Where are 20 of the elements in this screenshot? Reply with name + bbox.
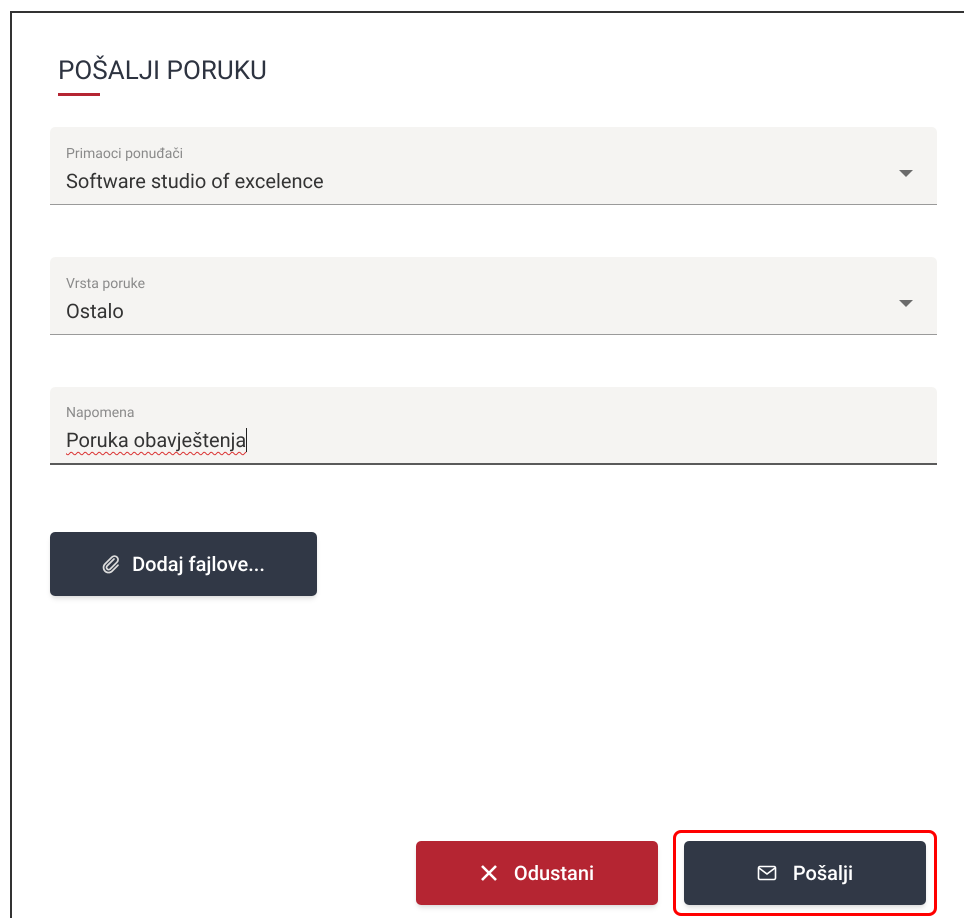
field-value: Ostalo	[66, 298, 124, 324]
field-label: Primaoci ponuđači	[66, 144, 184, 162]
input-field[interactable]: Napomena Poruka obavještenja	[50, 387, 937, 465]
select-field[interactable]: Vrsta poruke Ostalo	[50, 257, 937, 335]
dialog-title: POŠALJI PORUKU	[58, 54, 267, 88]
field-value: Poruka obavještenja	[66, 427, 246, 454]
envelope-icon	[756, 865, 777, 881]
field-label: Vrsta poruke	[66, 274, 146, 292]
field-value: Software studio of excelence	[66, 168, 324, 194]
attach-files-button[interactable]: Dodaj fajlove...	[50, 532, 317, 596]
dropdown-caret-icon	[899, 170, 913, 177]
cancel-button[interactable]: Odustani	[416, 841, 658, 905]
paperclip-icon	[102, 554, 120, 574]
title-underline	[58, 93, 100, 96]
field-label: Napomena	[66, 404, 136, 422]
close-icon	[480, 864, 498, 882]
dropdown-caret-icon	[899, 300, 913, 307]
send-button[interactable]: Pošalji	[684, 841, 926, 905]
select-field[interactable]: Primaoci ponuđači Software studio of excelence	[50, 127, 937, 205]
text-cursor	[246, 428, 248, 452]
